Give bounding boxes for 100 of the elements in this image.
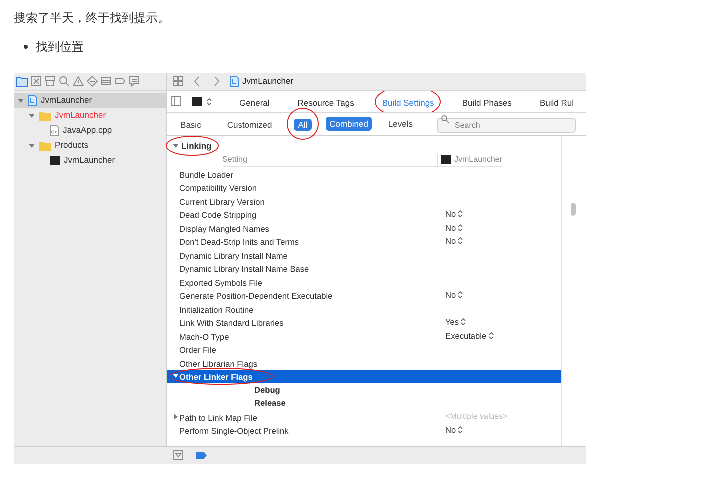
navigator-item[interactable]: JavaApp.cpp [14, 123, 166, 138]
setting-row[interactable]: Don't Dead-Strip Inits and Terms No [172, 234, 561, 248]
editor-tab[interactable]: Build Phases [462, 98, 512, 108]
bullet-text: 找到位置 [36, 39, 84, 56]
setting-row[interactable]: Other Librarian Flags [172, 356, 561, 370]
editor-tab[interactable]: Build Settings [382, 98, 434, 108]
search-field[interactable]: Search [437, 118, 576, 133]
sidebar-icon[interactable] [170, 96, 182, 107]
setting-name: Link With Standard Libraries [180, 318, 284, 328]
setting-name: Dynamic Library Install Name [180, 250, 288, 261]
tag-icon[interactable] [196, 452, 207, 459]
section-title[interactable]: Linking [182, 140, 212, 152]
view-filter[interactable]: Levels [384, 116, 417, 132]
setting-value[interactable]: Yes [446, 316, 460, 328]
editor-tab[interactable]: General [240, 98, 270, 108]
setting-row[interactable]: Order File [172, 342, 561, 356]
warning-icon[interactable] [73, 76, 84, 87]
navigator-item[interactable]: Products [14, 138, 166, 153]
setting-row[interactable]: Initialization Routine [172, 302, 561, 316]
setting-name: Dead Code Stripping [180, 210, 257, 220]
setting-name: Path to Link Map File [180, 412, 258, 423]
setting-name: Order File [180, 345, 216, 356]
filter-icon[interactable] [172, 450, 184, 461]
setting-name: Other Librarian Flags [180, 358, 258, 369]
setting-name: Bundle Loader [180, 170, 234, 180]
setting-row[interactable]: Exported Symbols File [172, 275, 561, 288]
column-header: Setting [222, 154, 248, 166]
setting-name: Initialization Routine [180, 304, 254, 315]
setting-row[interactable]: Mach-O Type Executable [172, 329, 561, 342]
disclosure-down-icon[interactable] [29, 142, 35, 148]
navigator-item[interactable]: JvmLauncher [14, 93, 166, 108]
setting-value[interactable]: Executable [446, 330, 487, 342]
disclosure-down-icon[interactable] [172, 373, 179, 380]
setting-row[interactable]: Display Mangled Names No [172, 221, 561, 234]
folder-icon [39, 110, 51, 120]
stepper-icon[interactable] [458, 210, 464, 218]
file-icon [50, 125, 59, 136]
setting-row[interactable]: Other Linker Flags [166, 370, 561, 383]
setting-value[interactable]: No [446, 208, 456, 220]
editor-tab[interactable]: Resource Tags [298, 98, 354, 108]
setting-value[interactable]: No [446, 235, 456, 248]
column-header: JvmLauncher [454, 154, 503, 166]
setting-value: <Multiple values> [446, 410, 508, 423]
search-icon[interactable] [59, 76, 70, 87]
scope-filter[interactable]: Basic [176, 119, 206, 131]
box-icon[interactable] [31, 76, 42, 87]
stepper-icon[interactable] [461, 318, 466, 326]
stepper-icon[interactable] [458, 426, 464, 434]
setting-row[interactable]: Link With Standard Libraries Yes [172, 316, 561, 329]
setting-name: Perform Single-Object Prelink [180, 426, 289, 436]
setting-value[interactable]: No [446, 289, 456, 302]
terminal-icon [192, 97, 202, 106]
setting-row[interactable]: Dead Code Stripping No [172, 208, 561, 221]
stepper-icon[interactable] [458, 291, 464, 300]
document-icon [28, 95, 37, 106]
navigator-item[interactable]: JvmLauncher [14, 153, 166, 168]
setting-name: Don't Dead-Strip Inits and Terms [180, 237, 300, 248]
setting-row[interactable]: Path to Link Map File <Multiple values> [172, 410, 561, 424]
comment-icon[interactable] [129, 76, 140, 87]
search-icon[interactable] [440, 114, 451, 125]
folder-icon[interactable] [16, 76, 28, 87]
editor-tab[interactable]: Build Rul [540, 98, 574, 108]
setting-name: Dynamic Library Install Name Base [180, 264, 310, 274]
setting-row[interactable]: Perform Single-Object Prelink No [172, 424, 561, 437]
setting-row[interactable]: Bundle Loader [172, 167, 561, 180]
intro-text: 搜索了半天，终于找到提示。 [14, 10, 170, 27]
setting-name: Display Mangled Names [180, 224, 270, 234]
setting-name: Exported Symbols File [180, 278, 263, 288]
stepper-icon[interactable] [458, 237, 464, 246]
setting-row[interactable]: Compatibility Version [172, 180, 561, 194]
breadcrumb-label[interactable]: JvmLauncher [242, 75, 294, 88]
setting-row[interactable]: Dynamic Library Install Name [172, 248, 561, 262]
scope-filter[interactable]: Customized [223, 119, 276, 131]
setting-row[interactable]: Generate Position-Dependent Executable No [172, 288, 561, 302]
disclosure-down-icon[interactable] [29, 112, 35, 118]
folder-icon [39, 140, 51, 150]
disclosure-right-icon[interactable] [172, 414, 179, 420]
setting-name: Mach-O Type [180, 332, 230, 342]
diamond-icon[interactable] [87, 76, 98, 87]
setting-row[interactable]: Dynamic Library Install Name Base [172, 262, 561, 275]
hierarchy-icon[interactable] [45, 76, 56, 87]
terminal-icon [440, 155, 450, 164]
stepper-icon[interactable] [488, 332, 494, 340]
bullet-icon [24, 45, 28, 49]
setting-name: Generate Position-Dependent Executable [180, 291, 333, 302]
stepper-icon[interactable] [206, 98, 212, 106]
list-icon[interactable] [101, 76, 112, 87]
setting-value[interactable]: No [446, 424, 456, 436]
tag-icon[interactable] [115, 76, 126, 87]
stepper-icon[interactable] [458, 224, 464, 232]
grid-icon[interactable] [172, 76, 184, 87]
scope-filter[interactable]: All [294, 119, 312, 131]
configuration-name: Release [254, 397, 286, 410]
setting-row[interactable]: Current Library Version [172, 194, 561, 208]
disclosure-down-icon[interactable] [18, 98, 24, 104]
view-filter[interactable]: Combined [326, 116, 372, 132]
terminal-icon [50, 156, 60, 165]
disclosure-down-icon[interactable] [172, 143, 179, 149]
scrollbar-thumb[interactable] [571, 203, 576, 216]
setting-value[interactable]: No [446, 222, 456, 234]
